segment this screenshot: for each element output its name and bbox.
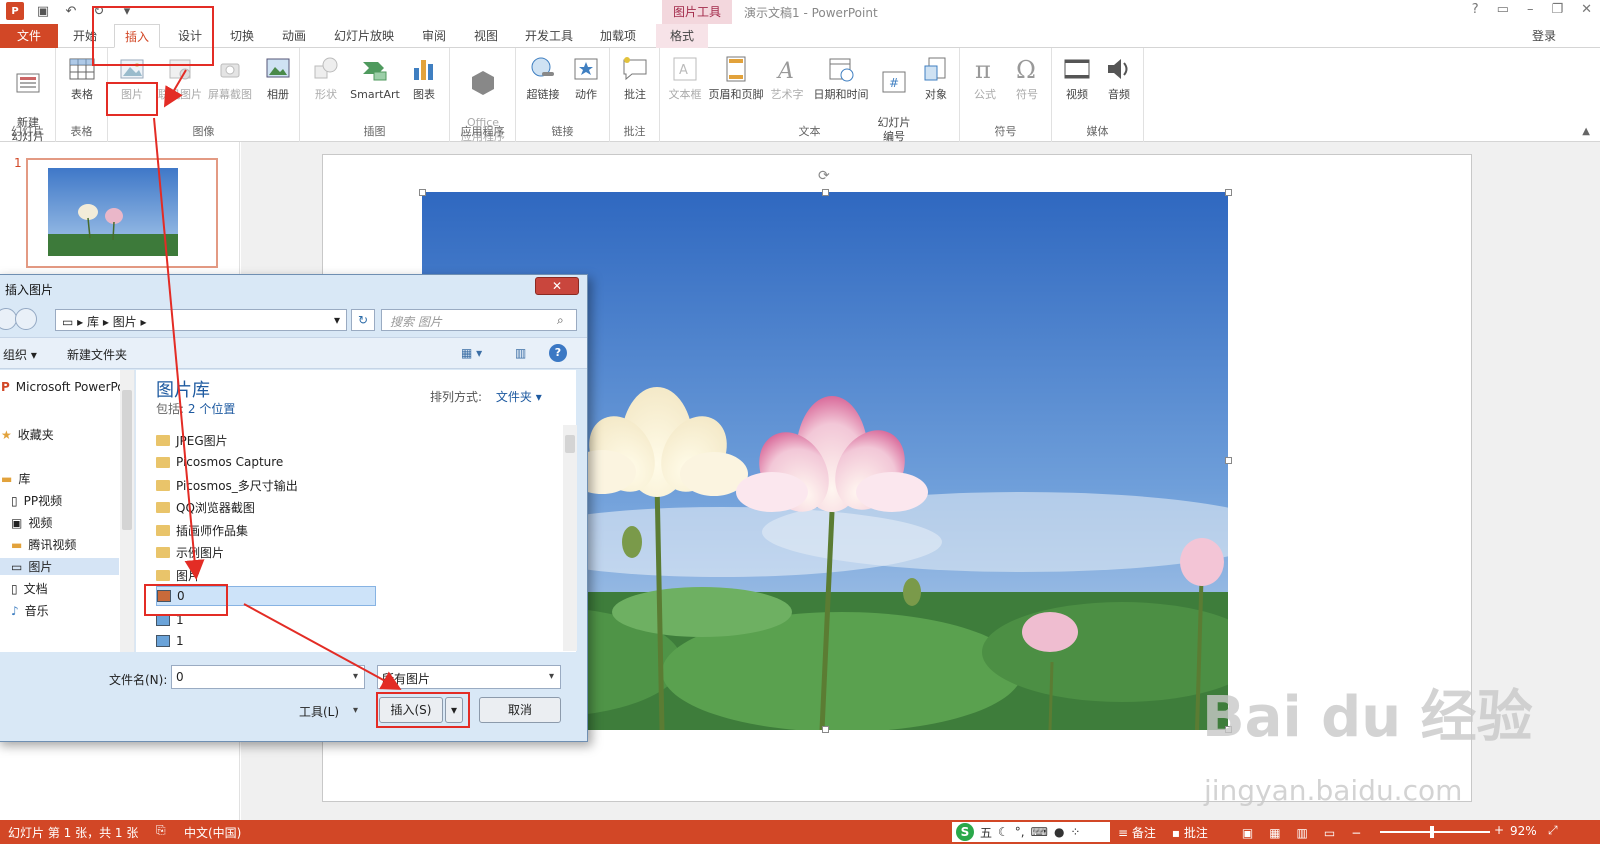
arrow-to-insert-button	[243, 603, 402, 690]
powerpoint-window: P ▣ ↶ ↻ ▾ 图片工具 演示文稿1 - PowerPoint ? ▭ – …	[0, 0, 1600, 862]
arrow-to-picture-button	[163, 69, 187, 108]
arrow-to-file-0	[153, 117, 205, 580]
annotation-arrows	[153, 69, 402, 690]
